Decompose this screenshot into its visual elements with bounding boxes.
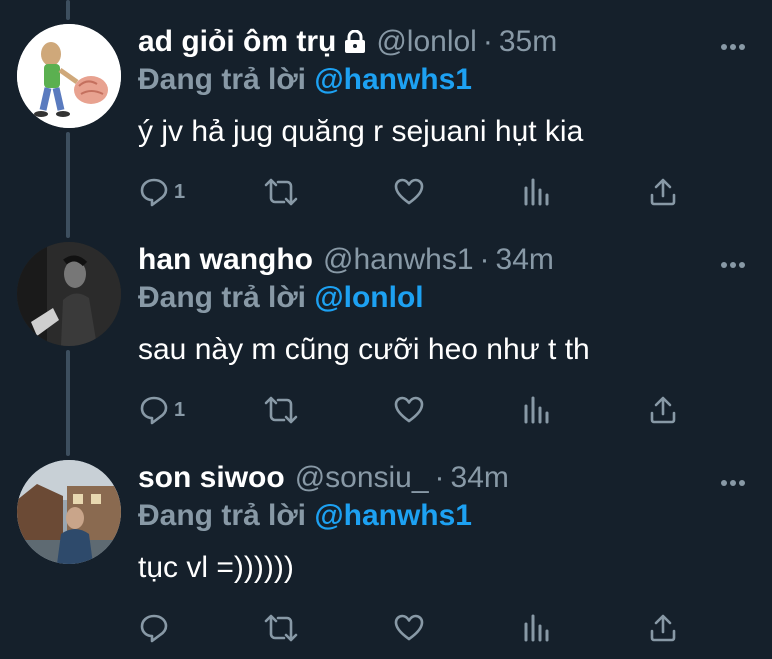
replying-to-label: Đang trả lời bbox=[138, 281, 307, 314]
reply-icon bbox=[140, 178, 168, 207]
retweet-button[interactable] bbox=[262, 394, 300, 426]
reply-icon bbox=[140, 396, 168, 425]
analytics-button[interactable] bbox=[522, 176, 550, 208]
reply-count: 1 bbox=[174, 180, 186, 203]
more-icon[interactable] bbox=[720, 475, 746, 486]
tweet-text: ý jv hả jug quăng r sejuani hụt kia bbox=[138, 115, 584, 148]
heart-icon bbox=[394, 396, 424, 423]
tweet[interactable]: son siwoo @sonsiu_ · 34m Đang trả lời @hanw… bbox=[0, 440, 772, 659]
timestamp[interactable]: 34m bbox=[496, 243, 554, 276]
tweet-header: ad giỏi ôm trụ @lonlol · 35m bbox=[138, 24, 692, 63]
share-icon bbox=[650, 178, 676, 206]
share-button[interactable] bbox=[648, 176, 678, 208]
retweet-icon bbox=[264, 614, 298, 642]
analytics-icon bbox=[524, 614, 549, 642]
replying-to-label: Đang trả lời bbox=[138, 63, 307, 96]
tweet-text: tục vl =)))))) bbox=[138, 551, 294, 584]
analytics-icon bbox=[524, 178, 549, 206]
retweet-button[interactable] bbox=[262, 176, 300, 208]
replying-to-link[interactable]: @lonlol bbox=[314, 281, 423, 314]
separator-dot: · bbox=[434, 461, 445, 494]
replying-to: Đang trả lời @hanwhs1 bbox=[138, 498, 472, 534]
reply-count: 1 bbox=[174, 398, 186, 421]
more-icon[interactable] bbox=[720, 39, 746, 50]
replying-to: Đang trả lời @lonlol bbox=[138, 280, 424, 316]
tweet[interactable]: ad giỏi ôm trụ @lonlol · 35m Đang trả lời @… bbox=[0, 0, 772, 220]
heart-icon bbox=[394, 614, 424, 641]
tweet[interactable]: han wangho @hanwhs1 · 34m Đang trả lời @lon… bbox=[0, 220, 772, 440]
tweet-header: son siwoo @sonsiu_ · 34m bbox=[138, 460, 692, 496]
share-icon bbox=[650, 396, 676, 424]
lock-icon bbox=[344, 27, 366, 63]
avatar[interactable] bbox=[17, 24, 121, 128]
replying-to-link[interactable]: @hanwhs1 bbox=[314, 499, 472, 532]
share-icon bbox=[650, 614, 676, 642]
reply-button[interactable]: 1 bbox=[138, 394, 185, 426]
replying-to-label: Đang trả lời bbox=[138, 499, 307, 532]
user-handle[interactable]: @lonlol bbox=[376, 25, 477, 58]
avatar[interactable] bbox=[17, 460, 121, 564]
user-handle[interactable]: @hanwhs1 bbox=[323, 243, 474, 276]
like-button[interactable] bbox=[393, 394, 425, 426]
timestamp[interactable]: 35m bbox=[499, 25, 557, 58]
retweet-button[interactable] bbox=[262, 612, 300, 644]
reply-thread: ad giỏi ôm trụ @lonlol · 35m Đang trả lời @… bbox=[0, 0, 772, 659]
retweet-icon bbox=[264, 396, 298, 424]
tweet-header: han wangho @hanwhs1 · 34m bbox=[138, 242, 692, 278]
heart-icon bbox=[394, 178, 424, 205]
analytics-button[interactable] bbox=[522, 612, 550, 644]
user-handle[interactable]: @sonsiu_ bbox=[295, 461, 429, 494]
like-button[interactable] bbox=[393, 176, 425, 208]
timestamp[interactable]: 34m bbox=[451, 461, 509, 494]
display-name[interactable]: han wangho bbox=[138, 243, 313, 276]
replying-to: Đang trả lời @hanwhs1 bbox=[138, 62, 472, 98]
share-button[interactable] bbox=[648, 394, 678, 426]
share-button[interactable] bbox=[648, 612, 678, 644]
separator-dot: · bbox=[482, 25, 493, 58]
more-icon[interactable] bbox=[720, 257, 746, 268]
display-name[interactable]: ad giỏi ôm trụ bbox=[138, 25, 336, 58]
display-name[interactable]: son siwoo bbox=[138, 461, 285, 494]
analytics-icon bbox=[524, 396, 549, 424]
replying-to-link[interactable]: @hanwhs1 bbox=[314, 63, 472, 96]
analytics-button[interactable] bbox=[522, 394, 550, 426]
retweet-icon bbox=[264, 178, 298, 206]
reply-icon bbox=[140, 614, 168, 643]
reply-button[interactable]: 1 bbox=[138, 176, 185, 208]
avatar[interactable] bbox=[17, 242, 121, 346]
tweet-text: sau này m cũng cưỡi heo như t th bbox=[138, 333, 590, 366]
reply-button[interactable] bbox=[138, 612, 174, 644]
like-button[interactable] bbox=[393, 612, 425, 644]
separator-dot: · bbox=[479, 243, 490, 276]
